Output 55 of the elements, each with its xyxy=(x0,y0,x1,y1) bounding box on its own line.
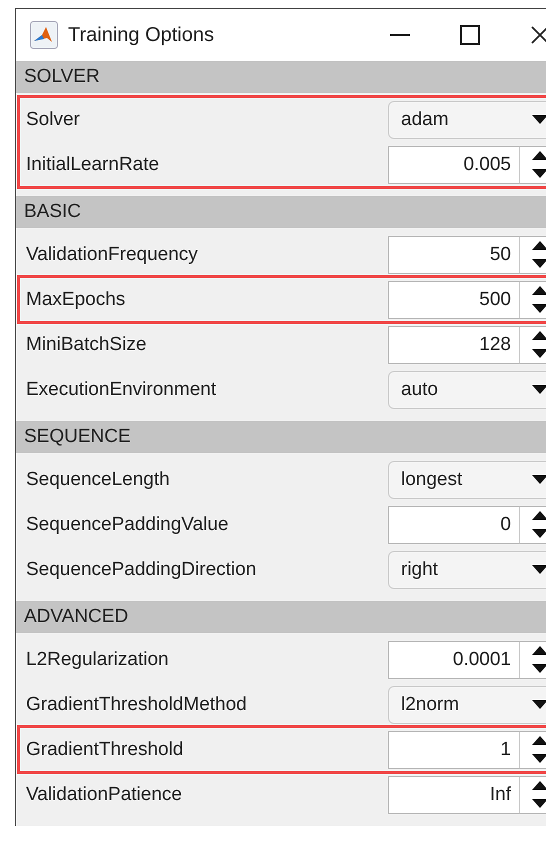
spinner-field[interactable]: 0 xyxy=(388,506,546,544)
increment-arrow-icon[interactable] xyxy=(532,241,546,250)
window-title: Training Options xyxy=(68,24,215,46)
increment-arrow-icon[interactable] xyxy=(532,736,546,745)
increment-arrow-icon[interactable] xyxy=(532,151,546,160)
spinner-field[interactable]: 50 xyxy=(388,236,546,274)
spinner-field[interactable]: 128 xyxy=(388,326,546,364)
option-label: GradientThresholdMethod xyxy=(26,694,248,716)
increment-arrow-icon[interactable] xyxy=(532,331,546,340)
maximize-icon[interactable] xyxy=(460,25,480,45)
option-label: SequencePaddingDirection xyxy=(26,558,258,580)
caret-icon[interactable] xyxy=(532,115,546,124)
increment-arrow-icon[interactable] xyxy=(532,286,546,295)
spinner-field[interactable]: 0.005 xyxy=(388,146,546,184)
dropdown[interactable]: right xyxy=(388,550,546,588)
app-logo-icon xyxy=(30,21,58,49)
option-label: InitialLearnRate xyxy=(26,154,160,176)
decrement-arrow-icon[interactable] xyxy=(532,799,546,808)
option-label: ValidationFrequency xyxy=(26,244,199,266)
option-label: GradientThreshold xyxy=(26,738,184,760)
option-label: ValidationPatience xyxy=(26,784,183,806)
option-label: ExecutionEnvironment xyxy=(26,378,218,400)
caret-icon[interactable] xyxy=(532,565,546,574)
option-label: SequencePaddingValue xyxy=(26,514,230,536)
caret-icon[interactable] xyxy=(532,385,546,394)
decrement-arrow-icon[interactable] xyxy=(532,169,546,178)
increment-arrow-icon[interactable] xyxy=(532,646,546,655)
section-header: SEQUENCE xyxy=(16,421,546,453)
spinner-field[interactable]: 1 xyxy=(388,730,546,768)
decrement-arrow-icon[interactable] xyxy=(532,349,546,358)
dropdown[interactable]: adam xyxy=(388,100,546,138)
option-label: MiniBatchSize xyxy=(26,334,148,356)
decrement-arrow-icon[interactable] xyxy=(532,529,546,538)
decrement-arrow-icon[interactable] xyxy=(532,259,546,268)
spinner-field[interactable]: 0.0001 xyxy=(388,640,546,678)
increment-arrow-icon[interactable] xyxy=(532,511,546,520)
option-label: Solver xyxy=(26,108,81,130)
caret-icon[interactable] xyxy=(532,475,546,484)
spinner-field[interactable]: 500 xyxy=(388,280,546,318)
increment-arrow-icon[interactable] xyxy=(532,781,546,790)
caret-icon[interactable] xyxy=(532,700,546,709)
dropdown[interactable]: auto xyxy=(388,370,546,408)
dropdown[interactable]: l2norm xyxy=(388,686,546,724)
dropdown[interactable]: longest xyxy=(388,460,546,498)
section-header: SOLVER xyxy=(16,61,546,93)
spinner-field[interactable]: Inf xyxy=(388,776,546,814)
option-label: L2Regularization xyxy=(26,648,170,670)
option-label: MaxEpochs xyxy=(26,288,126,310)
decrement-arrow-icon[interactable] xyxy=(532,304,546,313)
section-header: ADVANCED xyxy=(16,601,546,633)
decrement-arrow-icon[interactable] xyxy=(532,754,546,763)
close-icon[interactable] xyxy=(530,25,546,45)
section-header: BASIC xyxy=(16,196,546,228)
option-label: SequenceLength xyxy=(26,468,171,490)
decrement-arrow-icon[interactable] xyxy=(532,664,546,673)
